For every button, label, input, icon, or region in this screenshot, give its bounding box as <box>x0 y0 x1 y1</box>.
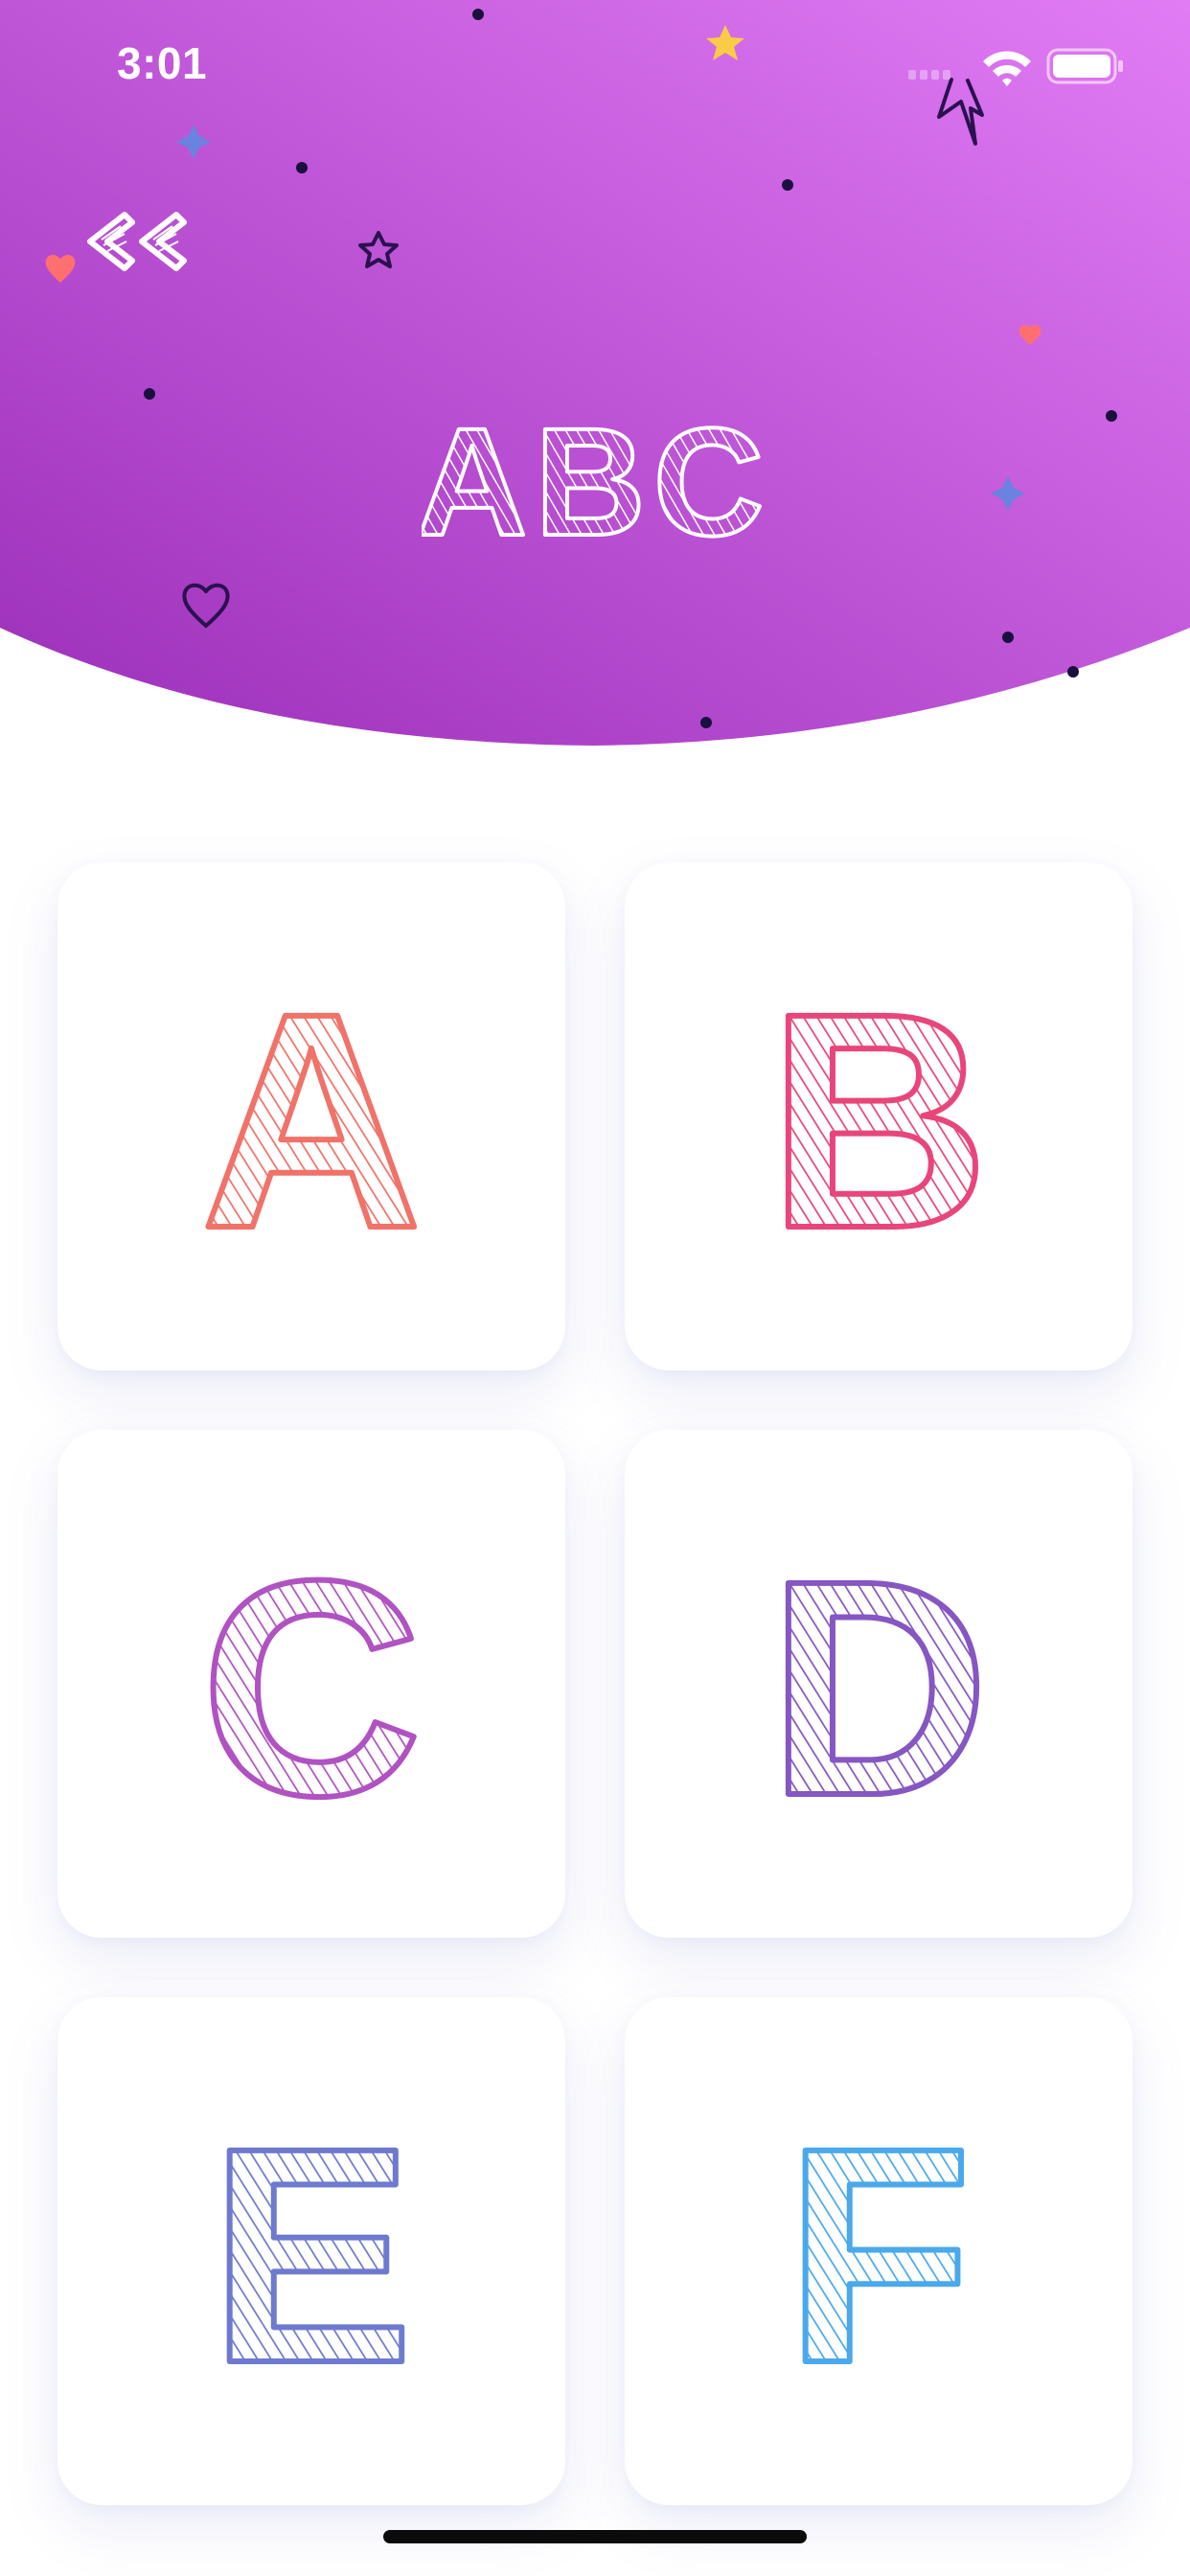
letter-graphic: A <box>197 946 424 1295</box>
letter-tile-c[interactable]: C <box>57 1430 565 1938</box>
battery-icon <box>1046 48 1123 84</box>
status-icons <box>908 48 1123 86</box>
wifi-icon <box>983 51 1031 86</box>
svg-text:ABC: ABC <box>422 412 767 546</box>
status-time: 3:01 <box>117 38 208 88</box>
back-button[interactable] <box>82 209 197 276</box>
letter-tile-a[interactable]: A <box>57 862 565 1370</box>
letter-graphic: F <box>782 2081 974 2429</box>
letter-grid: A B C D E F <box>57 862 1133 2568</box>
cellular-signal-icon <box>908 70 950 80</box>
home-indicator <box>383 2530 807 2543</box>
letter-graphic: D <box>765 1513 992 1862</box>
page-title: ABC <box>422 412 767 546</box>
header: 3:01 ABC <box>0 0 1190 757</box>
letter-label: D <box>767 1516 989 1859</box>
letter-tile-d[interactable]: D <box>625 1430 1133 1938</box>
letter-label: A <box>200 949 422 1292</box>
letter-tile-f[interactable]: F <box>625 1997 1133 2505</box>
letter-graphic: B <box>765 946 992 1295</box>
letter-tile-b[interactable]: B <box>625 862 1133 1370</box>
letter-graphic: E <box>206 2081 416 2429</box>
letter-tile-e[interactable]: E <box>57 1997 565 2505</box>
double-chevron-left-icon <box>87 212 187 271</box>
header-background <box>0 0 1190 746</box>
letter-label: E <box>209 2083 413 2426</box>
letter-graphic: C <box>197 1513 424 1862</box>
letter-label: C <box>200 1516 422 1859</box>
letter-label: F <box>785 2083 972 2426</box>
letter-label: B <box>767 949 989 1292</box>
